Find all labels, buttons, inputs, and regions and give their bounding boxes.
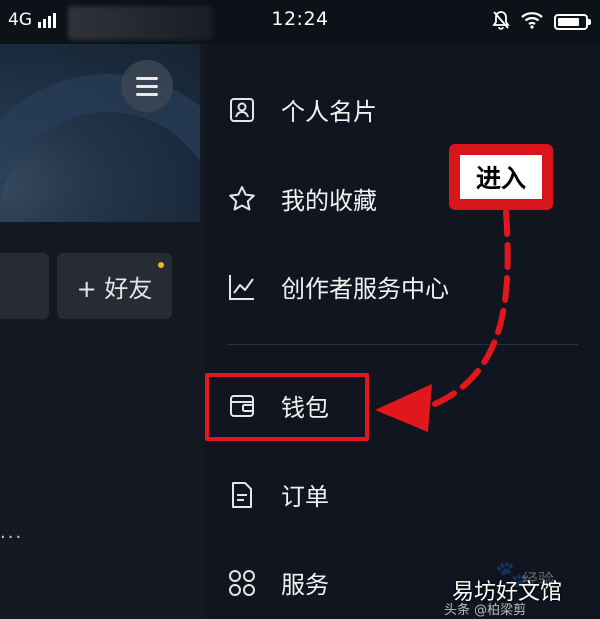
- dashed-arrow: [375, 209, 511, 432]
- watermark-sub: 头条 @柏梁剪: [444, 603, 527, 618]
- bell-muted-icon: [492, 10, 510, 34]
- watermark: 🐾 经验 易坊好文馆 头条 @柏梁剪: [440, 560, 600, 619]
- battery-icon: [554, 14, 591, 30]
- battery-level: [558, 18, 579, 26]
- status-icons: [492, 10, 591, 34]
- enter-callout: 进入: [449, 144, 553, 210]
- status-bar: 4G 12:24: [0, 0, 600, 44]
- enter-label: 进入: [460, 155, 542, 199]
- wifi-icon: [520, 11, 544, 33]
